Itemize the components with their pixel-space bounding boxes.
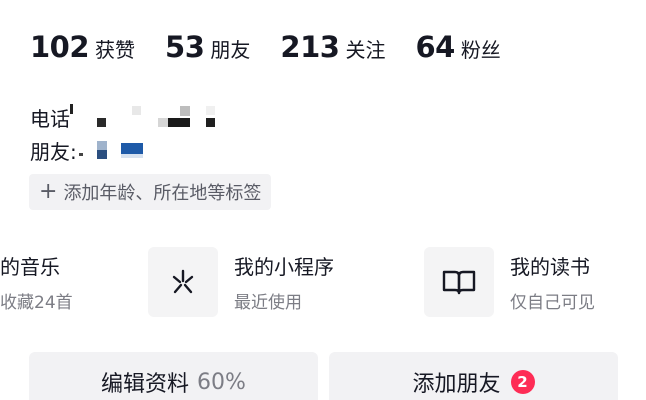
edit-profile-label: 编辑资料 [101,372,190,397]
add-tags-button[interactable]: + 添加年龄、所在地等标签 [29,174,272,210]
stat-followers-count: 64 [415,30,455,64]
stat-friends-label: 朋友 [210,38,251,62]
edit-profile-button[interactable]: 编辑资料 60% [29,352,318,400]
notification-badge: 2 [510,370,535,394]
tool-reading-subtitle: 仅自己可见 [510,293,595,313]
tool-reading[interactable]: 我的读书 仅自己可见 [424,247,595,317]
stats-row: 102 获赞 53 朋友 213 关注 64 粉丝 [30,30,531,64]
phone-line: 电话 [30,103,220,132]
profile-card: 102 获赞 53 朋友 213 关注 64 粉丝 电话 朋友: + 添加年龄、… [0,0,646,400]
tool-mini-program[interactable]: 我的小程序 最近使用 [148,247,334,317]
stat-following-label: 关注 [345,38,386,62]
plus-icon: + [39,179,58,204]
add-friend-label: 添加朋友 [412,372,501,397]
book-icon [424,247,494,317]
friend-line: 朋友: [30,136,157,165]
phone-redacted [70,103,220,132]
stat-following[interactable]: 213 关注 [280,30,385,64]
phone-label: 电话 [30,107,70,131]
stat-likes[interactable]: 102 获赞 [30,30,135,64]
stat-likes-label: 获赞 [95,38,136,62]
tool-mini-program-title: 我的小程序 [234,255,334,279]
stat-followers-label: 粉丝 [460,38,501,62]
tool-mini-program-subtitle: 最近使用 [234,293,302,313]
add-friend-button[interactable]: 添加朋友 2 [329,352,618,400]
stat-following-count: 213 [280,30,340,64]
friend-label: 朋友: [30,140,77,164]
friend-redacted [77,137,157,165]
stat-friends-count: 53 [165,30,205,64]
tool-music-subtitle: 收藏24首 [0,293,73,313]
stat-followers[interactable]: 64 粉丝 [415,30,500,64]
stat-likes-count: 102 [30,30,90,64]
tool-music[interactable]: 的音乐 收藏24首 [0,247,73,317]
tool-music-title: 的音乐 [0,255,60,279]
mini-program-icon [148,247,218,317]
stat-friends[interactable]: 53 朋友 [165,30,250,64]
edit-profile-progress: 60% [197,369,246,395]
tool-reading-title: 我的读书 [510,255,590,279]
add-tags-label: 添加年龄、所在地等标签 [63,183,262,204]
